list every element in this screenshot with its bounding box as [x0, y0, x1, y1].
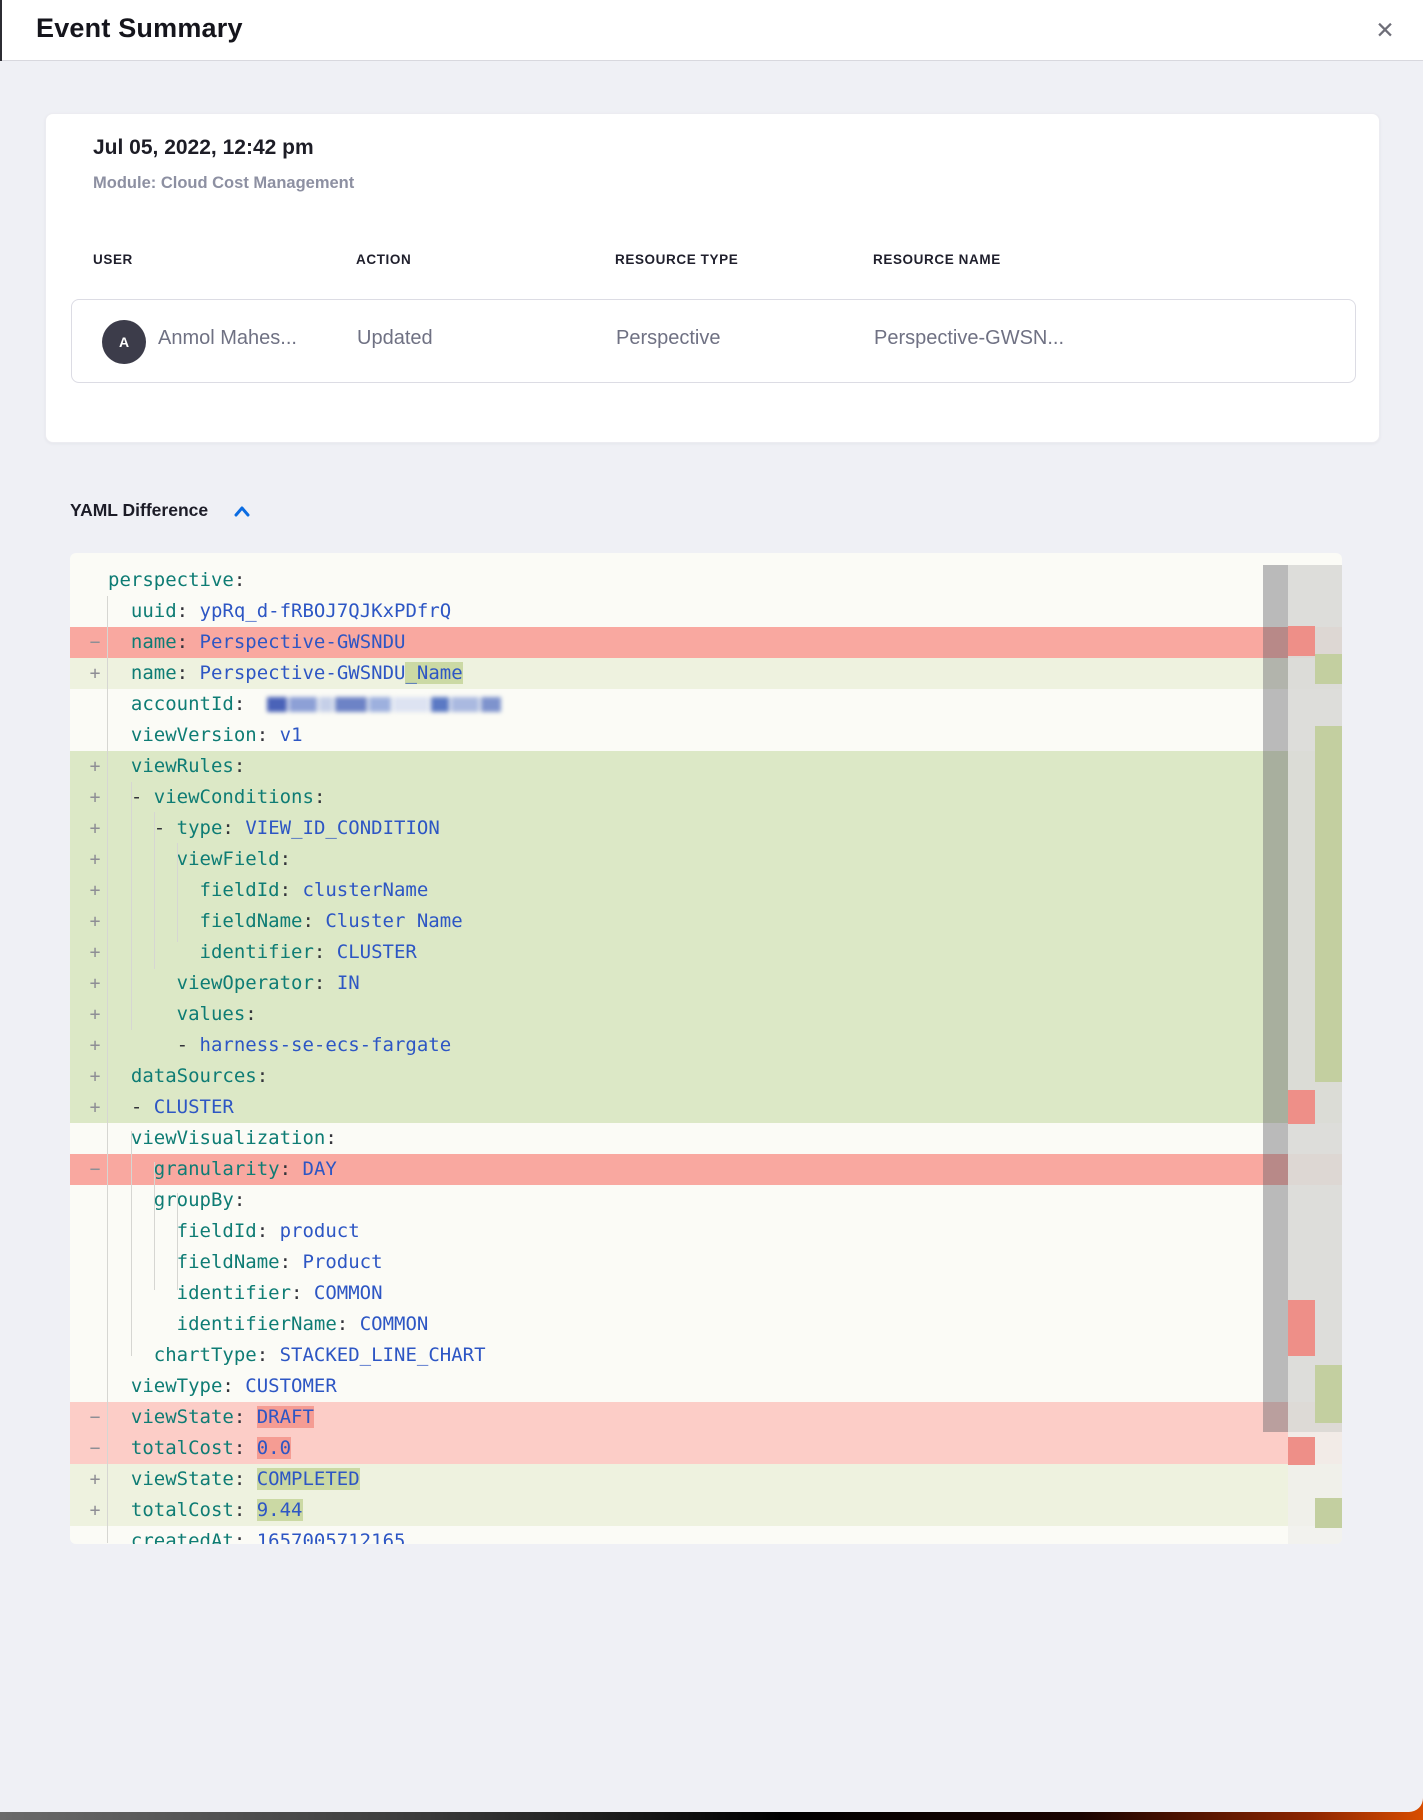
minimap-removed-mark — [1288, 1090, 1315, 1124]
diff-added-sign: + — [84, 1495, 106, 1526]
yaml-diff-editor[interactable]: perspective: uuid: ypRq_d-fRBOJ7QJKxPDfr… — [70, 553, 1342, 1544]
code-line: createdAt: 1657005712165 — [70, 1526, 1342, 1544]
event-summary-card: Jul 05, 2022, 12:42 pm Module: Cloud Cos… — [45, 113, 1380, 443]
cell-resource-type: Perspective — [616, 327, 721, 350]
table-row[interactable]: A Anmol Mahes... Updated Perspective Per… — [71, 299, 1356, 383]
minimap-added-mark — [1315, 654, 1342, 684]
indent-guide — [154, 1162, 155, 1290]
diff-added-sign: + — [84, 937, 106, 968]
diff-line-add: + - CLUSTER — [70, 1092, 1342, 1123]
indent-guide — [131, 782, 132, 1030]
diff-added-sign: + — [84, 999, 106, 1030]
diff-line-add: + dataSources: — [70, 1061, 1342, 1092]
diff-line-del: − name: Perspective-GWSNDU — [70, 627, 1342, 658]
code-line: fieldId: product — [70, 1216, 1342, 1247]
editor-scrollbar-thumb[interactable] — [1263, 565, 1288, 1432]
yaml-difference-label: YAML Difference — [70, 500, 208, 521]
event-summary-modal: Event Summary ✕ Jul 05, 2022, 12:42 pm M… — [0, 0, 1423, 1812]
diff-removed-sign: − — [84, 1154, 106, 1185]
indent-guide — [177, 843, 178, 942]
diff-added-sign: + — [84, 658, 106, 689]
header-left-edge — [0, 0, 2, 61]
diff-removed-sign: − — [84, 1402, 106, 1433]
avatar-status-dot — [144, 321, 152, 329]
diff-line-add-light: + viewState: COMPLETED — [70, 1464, 1342, 1495]
code-line: groupBy: — [70, 1185, 1342, 1216]
minimap-added-mark — [1315, 1365, 1342, 1423]
event-module: Module: Cloud Cost Management — [93, 174, 354, 193]
diff-line-add: + viewRules: — [70, 751, 1342, 782]
diff-line-add: + values: — [70, 999, 1342, 1030]
indent-guide — [107, 596, 108, 1543]
code-line: viewVersion: v1 — [70, 720, 1342, 751]
code-line: fieldName: Product — [70, 1247, 1342, 1278]
diff-line-add: + - harness-se-ecs-fargate — [70, 1030, 1342, 1061]
minimap-removed-mark — [1288, 1437, 1315, 1465]
diff-added-sign: + — [84, 844, 106, 875]
page-title: Event Summary — [36, 13, 243, 44]
close-icon[interactable]: ✕ — [1369, 14, 1401, 46]
indent-guide — [131, 1131, 132, 1356]
chevron-up-icon[interactable] — [233, 503, 251, 521]
diff-line-del-light: − viewState: DRAFT — [70, 1402, 1342, 1433]
event-timestamp: Jul 05, 2022, 12:42 pm — [93, 136, 314, 160]
diff-added-sign: + — [84, 751, 106, 782]
cell-user: Anmol Mahes... — [158, 327, 297, 350]
indent-guide — [177, 1193, 178, 1290]
diff-removed-sign: − — [84, 627, 106, 658]
avatar: A — [102, 320, 146, 364]
diff-added-sign: + — [84, 782, 106, 813]
diff-line-add-light: + totalCost: 9.44 — [70, 1495, 1342, 1526]
diff-line-add: + viewField: — [70, 844, 1342, 875]
code-line: perspective: — [70, 565, 1342, 596]
diff-removed-sign: − — [84, 1433, 106, 1464]
diff-line-add: + identifier: CLUSTER — [70, 937, 1342, 968]
diff-added-sign: + — [84, 1030, 106, 1061]
diff-line-add-light: + name: Perspective-GWSNDU_Name — [70, 658, 1342, 689]
diff-added-sign: + — [84, 1092, 106, 1123]
diff-line-add: + viewOperator: IN — [70, 968, 1342, 999]
code-line: uuid: ypRq_d-fRBOJ7QJKxPDfrQ — [70, 596, 1342, 627]
minimap-added-mark — [1315, 1498, 1342, 1528]
diff-added-sign: + — [84, 906, 106, 937]
cell-resource-name: Perspective-GWSN... — [874, 327, 1064, 350]
cell-action: Updated — [357, 327, 433, 350]
modal-header: Event Summary ✕ — [0, 0, 1423, 61]
column-header-action: ACTION — [356, 252, 411, 267]
minimap-removed-mark — [1288, 1300, 1315, 1356]
column-header-resource-name: RESOURCE NAME — [873, 252, 1001, 267]
diff-added-sign: + — [84, 875, 106, 906]
diff-added-sign: + — [84, 813, 106, 844]
indent-guide — [154, 812, 155, 969]
diff-added-sign: + — [84, 1464, 106, 1495]
column-header-resource-type: RESOURCE TYPE — [615, 252, 738, 267]
code-line: identifierName: COMMON — [70, 1309, 1342, 1340]
column-header-user: USER — [93, 252, 133, 267]
diff-line-add: + fieldName: Cluster Name — [70, 906, 1342, 937]
code-line: identifier: COMMON — [70, 1278, 1342, 1309]
minimap-removed-mark — [1288, 626, 1315, 656]
diff-line-add: + - type: VIEW_ID_CONDITION — [70, 813, 1342, 844]
diff-line-del-light: − totalCost: 0.0 — [70, 1433, 1342, 1464]
code-line: viewVisualization: — [70, 1123, 1342, 1154]
code-line: accountId: — [70, 689, 1342, 720]
minimap-added-mark — [1315, 726, 1342, 1082]
code-line: chartType: STACKED_LINE_CHART — [70, 1340, 1342, 1371]
diff-line-del: − granularity: DAY — [70, 1154, 1342, 1185]
redacted-account-id — [267, 697, 503, 712]
code-line: viewType: CUSTOMER — [70, 1371, 1342, 1402]
diff-added-sign: + — [84, 1061, 106, 1092]
diff-added-sign: + — [84, 968, 106, 999]
diff-line-add: + - viewConditions: — [70, 782, 1342, 813]
diff-line-add: + fieldId: clusterName — [70, 875, 1342, 906]
